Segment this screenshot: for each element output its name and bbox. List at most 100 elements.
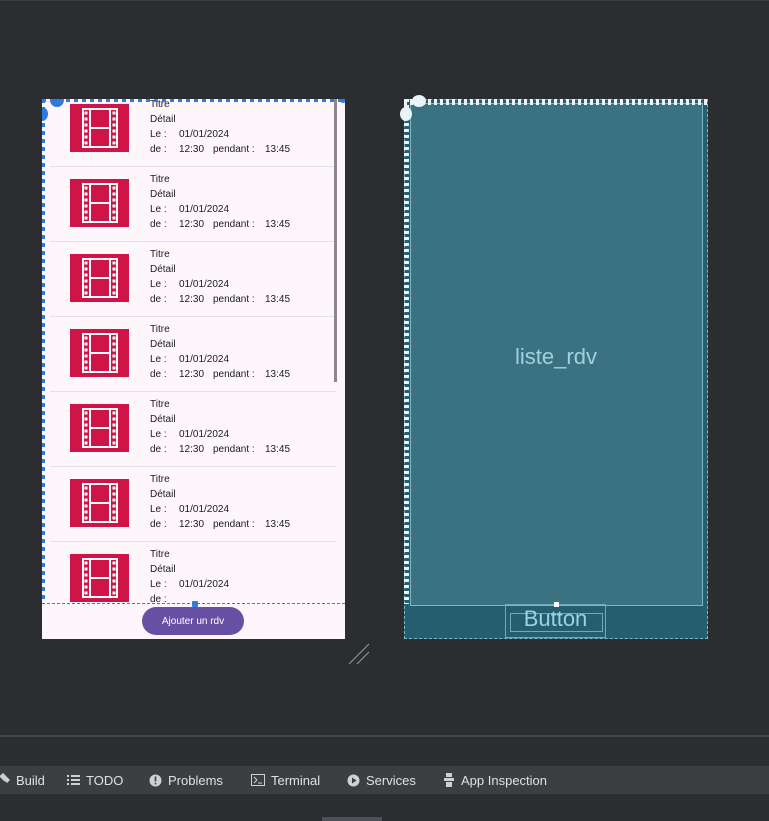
- item-start-label: de :: [150, 369, 167, 380]
- item-duration: 13:45: [265, 369, 291, 380]
- toolwindow-problems[interactable]: Problems: [149, 766, 223, 794]
- selection-edge-left: [42, 99, 45, 604]
- item-date: 01/01/2024: [179, 279, 230, 290]
- item-duration-label: pendant :: [213, 219, 255, 230]
- toolwindow-services[interactable]: Services: [347, 766, 416, 794]
- blueprint-view[interactable]: liste_rdv Button: [400, 95, 708, 639]
- toolwindow-app-inspection[interactable]: App Inspection: [443, 766, 547, 794]
- film-strip-icon: [82, 258, 118, 298]
- item-duration-label: pendant :: [213, 444, 255, 455]
- blueprint-button[interactable]: Button: [505, 604, 606, 638]
- item-start-time: 12:30: [179, 144, 205, 155]
- top-divider: [0, 0, 769, 1]
- item-title: Titre: [150, 324, 170, 335]
- item-duration-label: pendant :: [213, 144, 255, 155]
- design-preview[interactable]: Titre Détail Le : 01/01/2024 de : 12:30 pendan…: [42, 99, 345, 639]
- item-date-label: Le :: [150, 129, 167, 140]
- list-item[interactable]: Titre Détail Le :01/01/2024 de :12:30 pendan…: [50, 466, 336, 541]
- list-item[interactable]: Titre Détail Le : 01/01/2024 de : 12:30 pendan…: [50, 166, 336, 241]
- item-date-label: Le :: [150, 204, 167, 215]
- item-date-label: Le :: [150, 354, 167, 365]
- selection-edge-top: [42, 99, 345, 102]
- blueprint-edge-top: [404, 99, 708, 105]
- panel-divider: [0, 735, 769, 737]
- item-start-label: de :: [150, 444, 167, 455]
- tool-window-bar: Build TODO Problems Terminal Services Ap…: [0, 766, 769, 794]
- item-title: Titre: [150, 549, 170, 560]
- item-start-label: de :: [150, 519, 167, 530]
- add-appointment-button[interactable]: Ajouter un rdv: [142, 607, 244, 635]
- item-start-time: 12:30: [179, 444, 205, 455]
- warning-icon: [149, 774, 162, 786]
- film-strip-icon: [82, 558, 118, 598]
- item-detail: Détail: [150, 489, 176, 500]
- toolwindow-build[interactable]: Build: [0, 766, 45, 794]
- blueprint-button-label: Button: [523, 606, 588, 631]
- blueprint-handle-top[interactable]: [412, 95, 426, 107]
- item-date: 01/01/2024: [179, 504, 230, 515]
- resize-handle-icon[interactable]: [347, 642, 371, 666]
- item-duration-label: pendant :: [213, 519, 255, 530]
- thumbnail-image: [70, 104, 129, 152]
- list-icon: [67, 775, 80, 785]
- item-duration: 13:45: [265, 519, 291, 530]
- item-date-label: Le :: [150, 279, 167, 290]
- toolwindow-label: Problems: [168, 772, 223, 788]
- blueprint-handle-left[interactable]: [400, 107, 412, 121]
- list-scrollbar[interactable]: [334, 99, 337, 382]
- thumbnail-image: [70, 554, 129, 602]
- status-bar-tab[interactable]: [322, 817, 382, 821]
- item-title: Titre: [150, 249, 170, 260]
- item-duration: 13:45: [265, 294, 291, 305]
- list-item[interactable]: Titre Détail Le :01/01/2024 de :12:30 pendan…: [50, 316, 336, 391]
- toolwindow-label: Build: [16, 772, 45, 788]
- item-start-time: 12:30: [179, 219, 205, 230]
- appointment-list[interactable]: Titre Détail Le : 01/01/2024 de : 12:30 pendan…: [42, 99, 345, 604]
- film-strip-icon: [82, 108, 118, 148]
- hammer-icon: [0, 773, 10, 784]
- toolwindow-terminal[interactable]: Terminal: [251, 766, 320, 794]
- thumbnail-image: [70, 179, 129, 227]
- item-detail: Détail: [150, 114, 176, 125]
- row-divider: [50, 316, 336, 317]
- item-duration: 13:45: [265, 144, 291, 155]
- item-date: 01/01/2024: [179, 429, 230, 440]
- toolwindow-todo[interactable]: TODO: [67, 766, 123, 794]
- item-detail: Détail: [150, 339, 176, 350]
- blueprint-anchor-bottom[interactable]: [554, 602, 559, 607]
- item-date: 01/01/2024: [179, 204, 230, 215]
- item-start-time: 12:30: [179, 294, 205, 305]
- film-strip-icon: [82, 333, 118, 373]
- item-start-label: de :: [150, 144, 167, 155]
- list-item[interactable]: Titre Détail Le :01/01/2024 de :: [50, 541, 336, 604]
- status-bar: [0, 794, 769, 821]
- toolwindow-label: Services: [366, 772, 416, 788]
- item-duration: 13:45: [265, 444, 291, 455]
- item-date-label: Le :: [150, 579, 167, 590]
- thumbnail-image: [70, 479, 129, 527]
- film-strip-icon: [82, 183, 118, 223]
- item-date: 01/01/2024: [179, 129, 230, 140]
- item-detail: Détail: [150, 189, 176, 200]
- thumbnail-image: [70, 329, 129, 377]
- item-title: Titre: [150, 474, 170, 485]
- selection-handle-top-right[interactable]: [340, 99, 345, 103]
- list-item[interactable]: Titre Détail Le :01/01/2024 de :12:30 pendan…: [50, 99, 336, 166]
- item-date-label: Le :: [150, 504, 167, 515]
- list-item[interactable]: Titre Détail Le :01/01/2024 de :12:30 pendan…: [50, 391, 336, 466]
- item-date: 01/01/2024: [179, 354, 230, 365]
- item-date-label: Le :: [150, 429, 167, 440]
- toolwindow-label: App Inspection: [461, 772, 548, 788]
- toolwindow-label: TODO: [86, 772, 124, 788]
- list-item[interactable]: Titre Détail Le :01/01/2024 de :12:30 pendan…: [50, 241, 336, 316]
- thumbnail-image: [70, 254, 129, 302]
- item-duration: 13:45: [265, 219, 291, 230]
- terminal-icon: [251, 774, 265, 786]
- item-title: Titre: [150, 174, 170, 185]
- item-detail: Détail: [150, 564, 176, 575]
- item-start-label: de :: [150, 219, 167, 230]
- film-strip-icon: [82, 483, 118, 523]
- inspection-icon: [444, 773, 454, 787]
- item-detail: Détail: [150, 414, 176, 425]
- row-divider: [50, 466, 336, 467]
